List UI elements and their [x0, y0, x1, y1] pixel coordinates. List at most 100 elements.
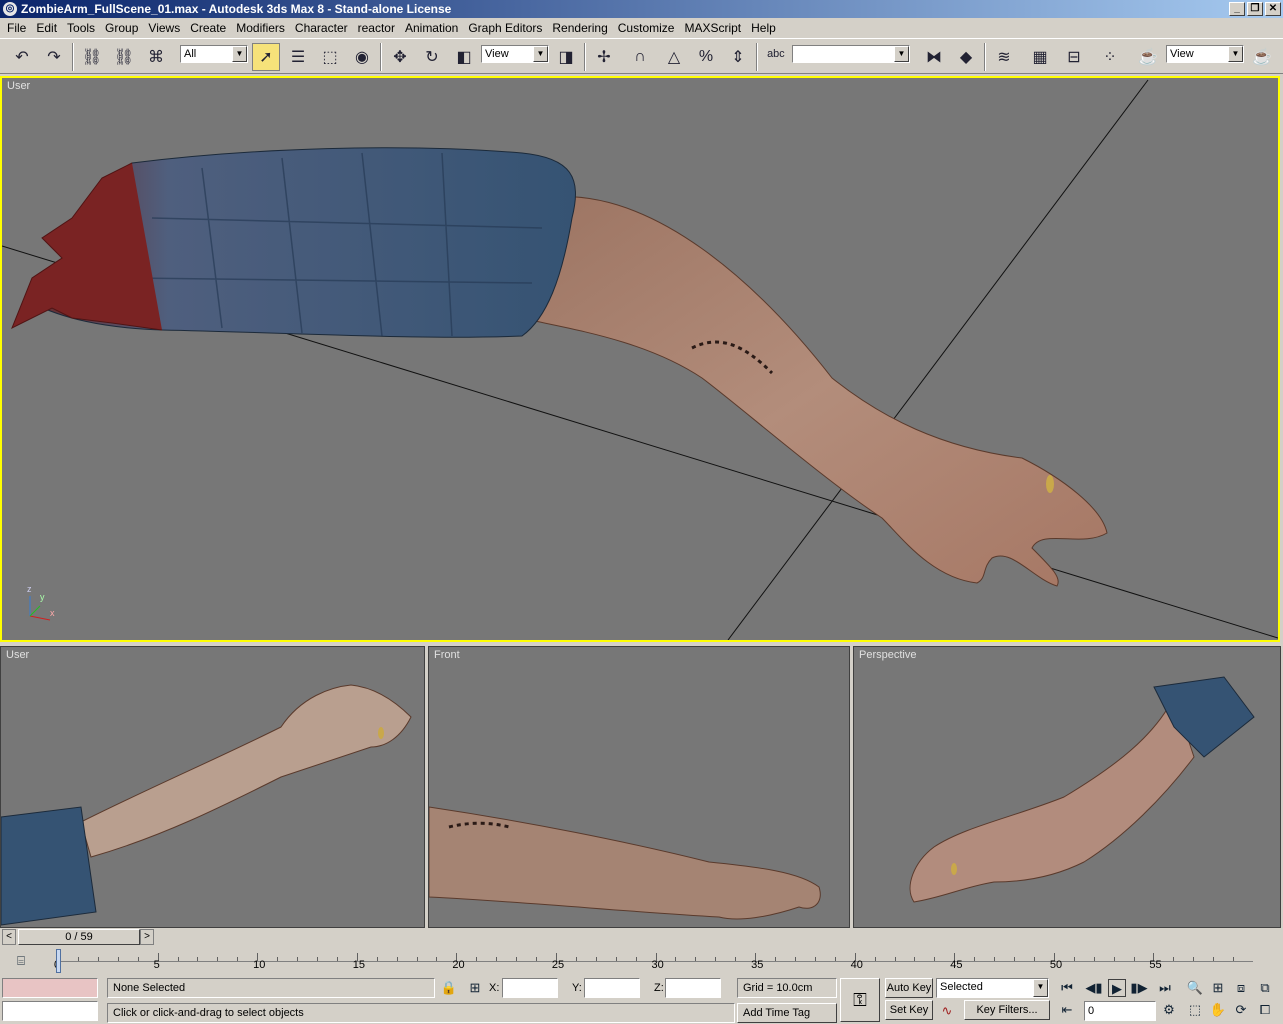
- window-crossing-icon[interactable]: ◉: [348, 43, 376, 71]
- previous-frame-icon[interactable]: ◀▮: [1085, 979, 1103, 997]
- menu-character[interactable]: Character: [290, 21, 353, 35]
- menu-maxscript[interactable]: MAXScript: [679, 21, 746, 35]
- key-filters-button[interactable]: Key Filters...: [964, 1000, 1050, 1020]
- layer-manager-icon[interactable]: ≋: [990, 43, 1018, 71]
- zoom-icon[interactable]: 🔍: [1186, 979, 1204, 997]
- set-key-button[interactable]: Set Key: [885, 1000, 933, 1020]
- selection-lock-icon[interactable]: 🔒: [440, 979, 458, 997]
- curve-editor-icon[interactable]: ▦: [1026, 43, 1054, 71]
- viewport-label[interactable]: Front: [434, 649, 460, 661]
- menu-create[interactable]: Create: [185, 21, 231, 35]
- current-frame-marker[interactable]: [56, 949, 61, 973]
- maxscript-input[interactable]: [2, 1001, 98, 1021]
- open-mini-curve-editor-icon[interactable]: ⌸: [12, 952, 30, 970]
- time-slider-left-arrow[interactable]: <: [2, 929, 16, 945]
- schematic-view-icon[interactable]: ⊟: [1060, 43, 1088, 71]
- set-key-mode-key-icon[interactable]: ⚿: [840, 978, 880, 1022]
- menu-reactor[interactable]: reactor: [353, 21, 400, 35]
- render-scene-dialog-icon[interactable]: ☕: [1134, 43, 1162, 71]
- close-button[interactable]: ✕: [1265, 2, 1281, 16]
- unlink-selection-icon[interactable]: ⛓: [110, 43, 138, 71]
- region-zoom-icon[interactable]: ⬚: [1186, 1001, 1204, 1019]
- align-icon[interactable]: ◆: [952, 43, 980, 71]
- zoom-extents-icon[interactable]: ⧈: [1232, 979, 1250, 997]
- chevron-down-icon[interactable]: ▼: [1228, 46, 1243, 62]
- time-configuration-icon[interactable]: ⚙: [1160, 1001, 1178, 1019]
- 3ds-max-icon[interactable]: ◎: [3, 2, 17, 16]
- manipulate-icon[interactable]: ✢: [590, 43, 618, 71]
- redo-icon[interactable]: ↷: [40, 43, 68, 71]
- absolute-mode-transform-icon[interactable]: ⊞: [466, 979, 484, 997]
- zoom-extents-all-icon[interactable]: ⧉: [1256, 979, 1274, 997]
- minimize-button[interactable]: _: [1229, 2, 1245, 16]
- viewport-label[interactable]: User: [6, 649, 29, 661]
- reference-coordinate-dropdown[interactable]: View ▼: [481, 45, 549, 63]
- render-type-dropdown[interactable]: View ▼: [1166, 45, 1244, 63]
- material-editor-icon[interactable]: ⁘: [1096, 43, 1124, 71]
- key-mode-dropdown[interactable]: Selected ▼: [936, 978, 1049, 998]
- time-slider-thumb[interactable]: 0 / 59: [18, 929, 140, 945]
- edit-named-selection-icon[interactable]: ᵃᵇᶜ: [762, 43, 790, 71]
- current-frame-field[interactable]: 0: [1084, 1001, 1156, 1021]
- chevron-down-icon[interactable]: ▼: [232, 46, 247, 62]
- rectangular-selection-icon[interactable]: ⬚: [316, 43, 344, 71]
- chevron-down-icon[interactable]: ▼: [533, 46, 548, 62]
- viewport-bottom-left-user[interactable]: User: [0, 646, 425, 928]
- restore-button[interactable]: ❐: [1247, 2, 1263, 16]
- menu-rendering[interactable]: Rendering: [547, 21, 612, 35]
- chevron-down-icon[interactable]: ▼: [894, 46, 909, 62]
- menu-animation[interactable]: Animation: [400, 21, 463, 35]
- maximize-viewport-icon[interactable]: ⧠: [1256, 1001, 1274, 1019]
- menu-file[interactable]: File: [2, 21, 31, 35]
- select-and-move-icon[interactable]: ✥: [386, 43, 414, 71]
- menu-edit[interactable]: Edit: [31, 21, 62, 35]
- auto-key-button[interactable]: Auto Key: [885, 978, 933, 998]
- chevron-down-icon[interactable]: ▼: [1033, 979, 1048, 997]
- viewport-bottom-right-perspective[interactable]: Perspective: [853, 646, 1281, 928]
- menu-tools[interactable]: Tools: [62, 21, 100, 35]
- bind-to-space-warp-icon[interactable]: ⌘: [142, 43, 170, 71]
- mirror-icon[interactable]: ⧓: [920, 43, 948, 71]
- selection-filter-dropdown[interactable]: All ▼: [180, 45, 248, 63]
- viewport-label[interactable]: User: [7, 80, 30, 92]
- named-selection-sets-dropdown[interactable]: ▼: [792, 45, 910, 63]
- undo-icon[interactable]: ↶: [8, 43, 36, 71]
- menu-group[interactable]: Group: [100, 21, 143, 35]
- zoom-all-icon[interactable]: ⊞: [1209, 979, 1227, 997]
- menu-modifiers[interactable]: Modifiers: [231, 21, 290, 35]
- snaps-toggle-icon[interactable]: ∩: [626, 43, 654, 71]
- spinner-snap-icon[interactable]: ⇕: [724, 43, 752, 71]
- angle-snap-icon[interactable]: △: [660, 43, 688, 71]
- add-time-tag-button[interactable]: Add Time Tag: [737, 1003, 837, 1023]
- z-coordinate-field[interactable]: [665, 978, 721, 998]
- menu-customize[interactable]: Customize: [613, 21, 680, 35]
- y-coordinate-field[interactable]: [584, 978, 640, 998]
- default-in-out-tangents-icon[interactable]: ∿: [938, 1002, 956, 1020]
- go-to-end-icon[interactable]: ⏭: [1156, 979, 1174, 997]
- time-slider[interactable]: < 0 / 59 >: [0, 928, 1283, 946]
- play-animation-icon[interactable]: ▶: [1108, 979, 1126, 997]
- select-and-scale-icon[interactable]: ◧: [450, 43, 478, 71]
- select-by-name-icon[interactable]: ☰: [284, 43, 312, 71]
- viewport-bottom-center-front[interactable]: Front: [428, 646, 850, 928]
- menu-views[interactable]: Views: [143, 21, 185, 35]
- viewport-label[interactable]: Perspective: [859, 649, 916, 661]
- go-to-start-icon[interactable]: ⏮: [1058, 979, 1076, 997]
- menu-graph-editors[interactable]: Graph Editors: [463, 21, 547, 35]
- arc-rotate-icon[interactable]: ⟳: [1232, 1001, 1250, 1019]
- next-frame-icon[interactable]: ▮▶: [1130, 979, 1148, 997]
- menu-help[interactable]: Help: [746, 21, 781, 35]
- pivot-point-center-icon[interactable]: ◨: [552, 43, 580, 71]
- x-coordinate-field[interactable]: [502, 978, 558, 998]
- pan-view-icon[interactable]: ✋: [1209, 1001, 1227, 1019]
- select-and-link-icon[interactable]: ⛓: [78, 43, 106, 71]
- track-bar[interactable]: ⌸ 0510152025303540455055: [0, 946, 1283, 976]
- percent-snap-icon[interactable]: %: [692, 43, 720, 71]
- viewport-main-user[interactable]: User z x y: [0, 76, 1280, 642]
- select-object-icon[interactable]: ➚: [252, 43, 280, 71]
- select-and-rotate-icon[interactable]: ↻: [418, 43, 446, 71]
- key-mode-toggle-icon[interactable]: ⇤: [1058, 1001, 1076, 1019]
- quick-render-icon[interactable]: ☕: [1248, 43, 1276, 71]
- time-slider-right-arrow[interactable]: >: [140, 929, 154, 945]
- maxscript-listener-mini[interactable]: [2, 978, 98, 998]
